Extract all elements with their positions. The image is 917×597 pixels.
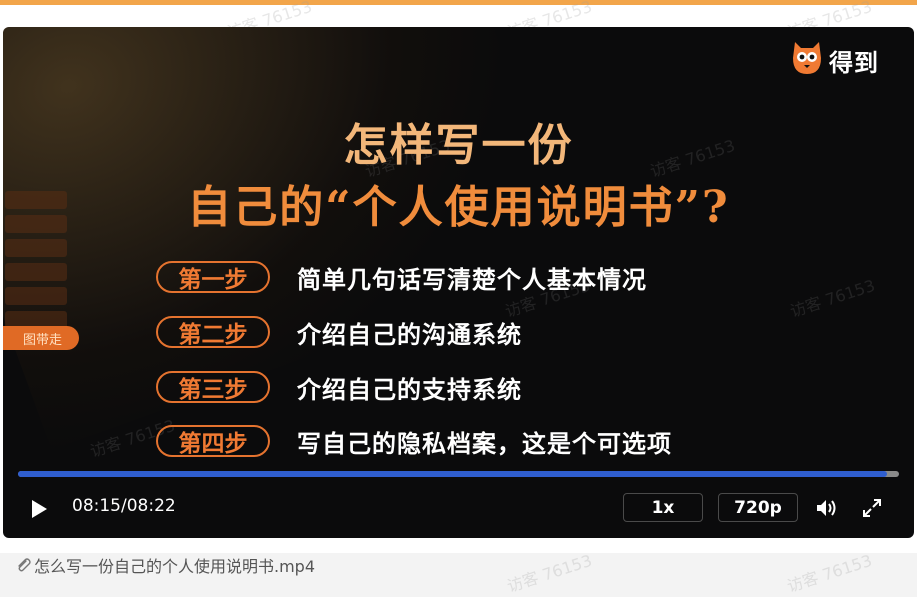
volume-icon: [817, 500, 836, 516]
fullscreen-icon: [863, 499, 881, 517]
step-item: 第四步 写自己的隐私档案，这是个可选项: [156, 422, 672, 460]
time-display: 08:15/08:22: [72, 496, 176, 516]
step-text: 简单几句话写清楚个人基本情况: [297, 265, 647, 294]
brand-logo: 得到: [791, 41, 879, 79]
step-item: 第二步 介绍自己的沟通系统: [156, 313, 522, 351]
volume-button[interactable]: [815, 498, 839, 518]
video-player[interactable]: 图带走 得到 访客 76153 访客 76153 访客 76153 访客 761…: [3, 27, 914, 538]
progress-fill: [18, 471, 887, 477]
side-tab-active: 图带走: [3, 326, 79, 350]
attachment-filename[interactable]: 怎么写一份自己的个人使用说明书.mp4: [0, 553, 917, 577]
fullscreen-button[interactable]: [862, 498, 882, 518]
step-text: 写自己的隐私档案，这是个可选项: [297, 429, 672, 458]
side-tab: [5, 287, 67, 305]
play-icon: [32, 500, 47, 518]
brand-name: 得到: [829, 48, 879, 77]
owl-logo-icon: [791, 40, 823, 80]
progress-bar[interactable]: [18, 471, 899, 477]
side-tab: [5, 263, 67, 281]
step-badge: 第四步: [156, 425, 270, 457]
step-item: 第三步 介绍自己的支持系统: [156, 368, 522, 406]
step-text: 介绍自己的沟通系统: [297, 320, 522, 349]
slide-title-line1: 怎样写一份: [343, 120, 574, 171]
watermark: 访客 76153: [787, 275, 878, 322]
play-button[interactable]: [27, 497, 51, 521]
step-text: 介绍自己的支持系统: [297, 375, 522, 404]
step-badge: 第二步: [156, 316, 270, 348]
side-tab: [5, 239, 67, 257]
duration: 08:22: [126, 496, 176, 516]
paperclip-icon: [14, 556, 32, 574]
step-item: 第一步 简单几句话写清楚个人基本情况: [156, 258, 647, 296]
speed-button[interactable]: 1x: [623, 493, 703, 522]
current-time: 08:15: [72, 496, 121, 516]
step-badge: 第三步: [156, 371, 270, 403]
filename-text: 怎么写一份自己的个人使用说明书.mp4: [34, 557, 316, 576]
quality-button[interactable]: 720p: [718, 493, 798, 522]
slide-title-line2: 自己的“个人使用说明书”?: [187, 182, 730, 233]
step-badge: 第一步: [156, 261, 270, 293]
